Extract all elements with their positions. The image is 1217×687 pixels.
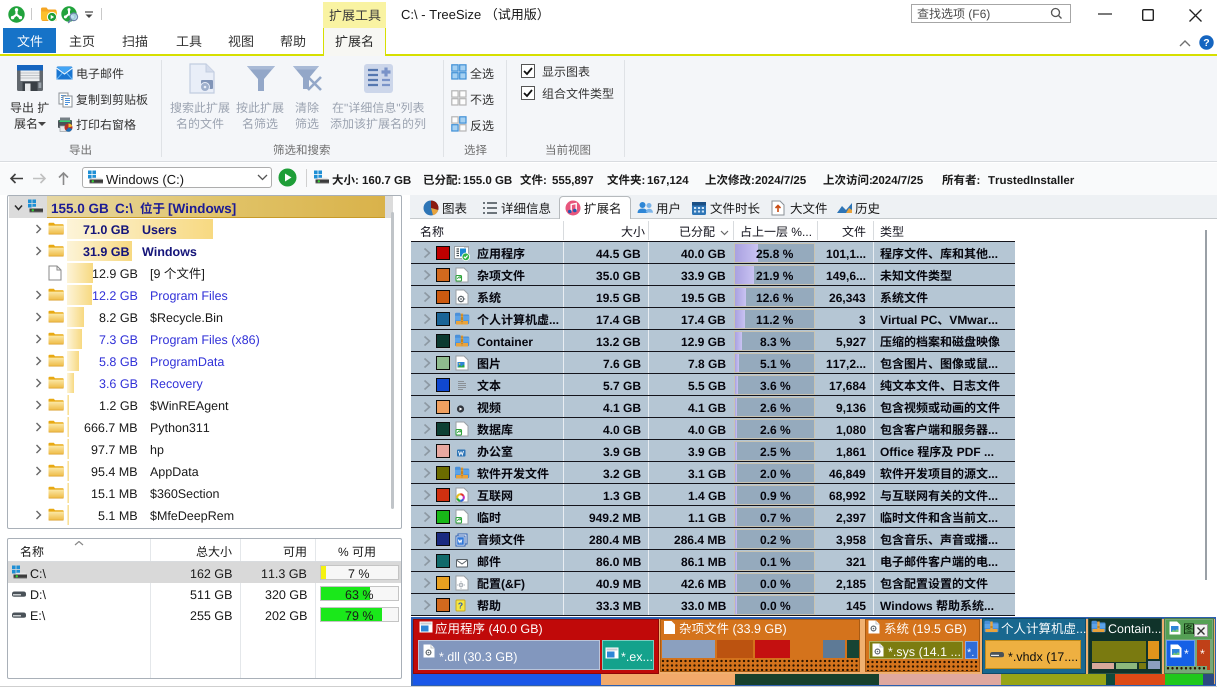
svg-text:?: ? — [458, 601, 463, 611]
svg-text:?: ? — [1203, 37, 1209, 49]
